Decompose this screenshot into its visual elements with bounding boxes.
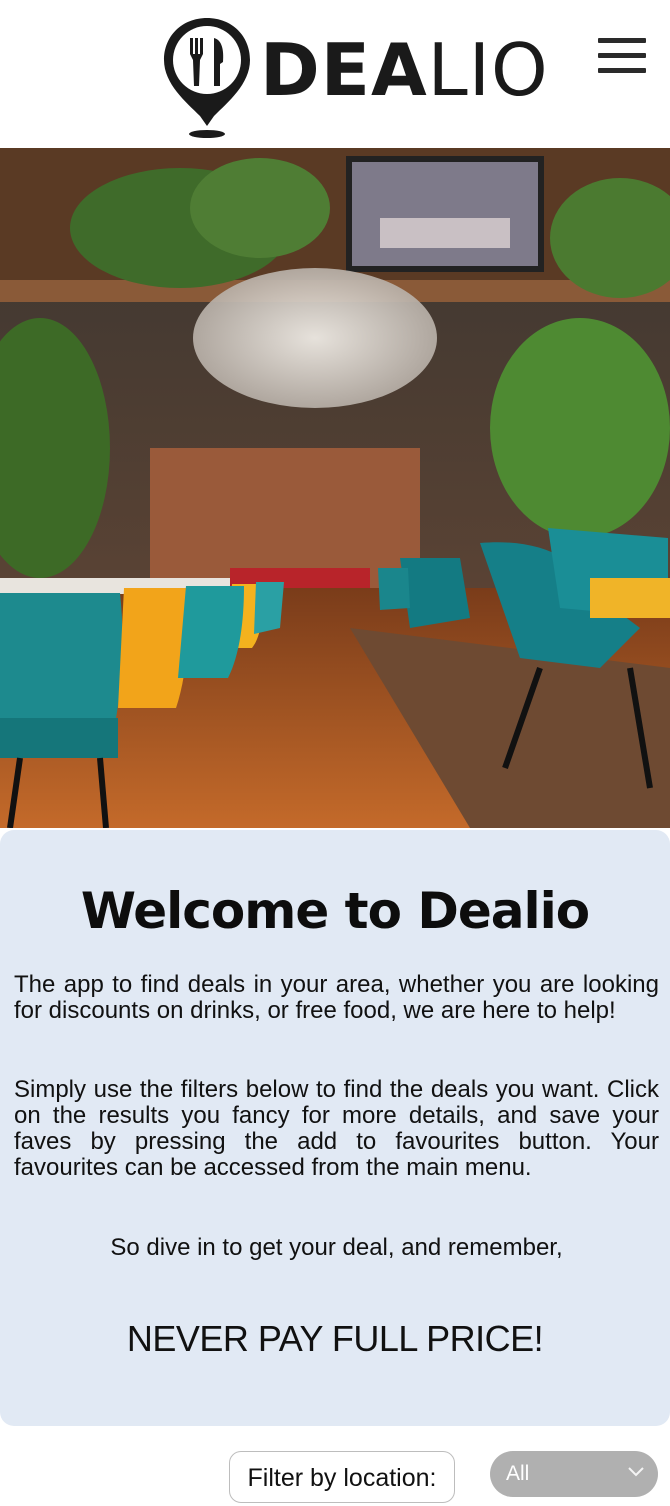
filter-location-label: Filter by location: [229,1451,455,1503]
welcome-card: Welcome to Dealio The app to find deals … [0,830,670,1426]
location-select[interactable]: All [490,1451,658,1497]
chevron-down-icon [628,1467,644,1477]
intro-paragraph: The app to find deals in your area, whet… [14,971,659,1024]
restaurant-hero-image [0,148,670,828]
logo-wordmark: DEALIO [260,28,549,112]
dealio-logo[interactable]: DEALIO [160,14,548,140]
hamburger-menu-icon[interactable] [598,38,646,78]
welcome-title: Welcome to Dealio [80,882,590,940]
closing-paragraph: So dive in to get your deal, and remembe… [110,1234,563,1261]
slogan: NEVER PAY FULL PRICE! [126,1318,544,1359]
fork-knife-pin-icon [164,18,250,138]
location-select-value: All [506,1462,530,1485]
app-header: DEALIO [0,0,670,148]
instructions-paragraph: Simply use the filters below to find the… [14,1076,659,1181]
